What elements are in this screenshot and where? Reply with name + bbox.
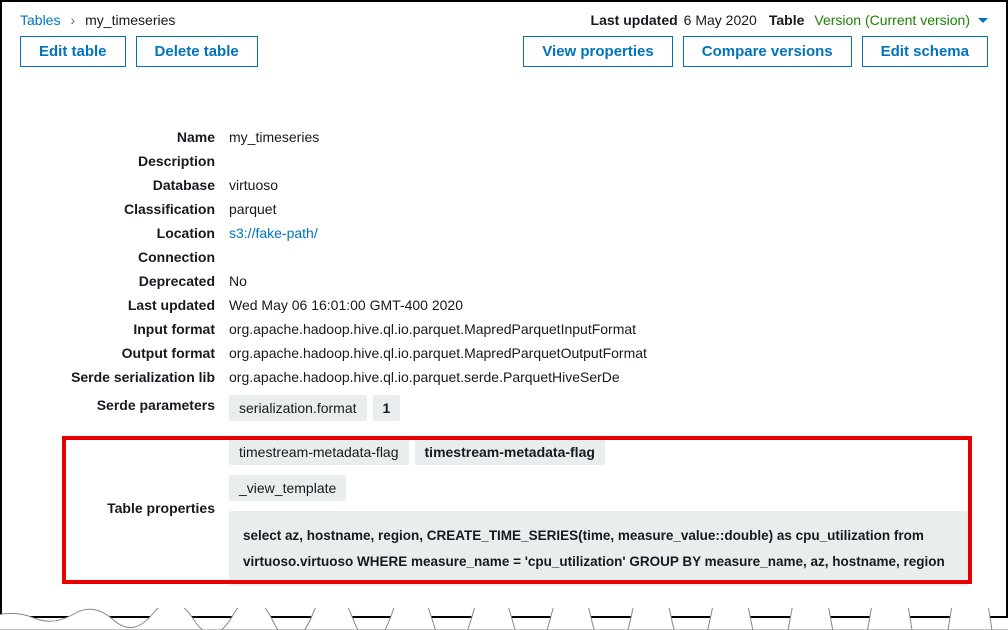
header-meta: Last updated 6 May 2020 Table Version (C… bbox=[591, 12, 988, 28]
table-props-container: timestream-metadata-flag timestream-meta… bbox=[229, 439, 968, 586]
serde-lib-label: Serde serialization lib bbox=[20, 367, 215, 385]
serde-param-chip-row: serialization.format 1 bbox=[229, 395, 968, 421]
table-label: Table bbox=[769, 12, 805, 28]
table-props-label: Table properties bbox=[20, 498, 215, 516]
classification-value: parquet bbox=[229, 199, 968, 217]
last-updated-label: Last updated bbox=[591, 12, 678, 28]
edit-schema-button[interactable]: Edit schema bbox=[862, 36, 988, 67]
view-template-key-row: _view_template bbox=[229, 475, 968, 501]
description-label: Description bbox=[20, 151, 215, 169]
table-props-value: timestream-metadata-flag timestream-meta… bbox=[229, 427, 968, 586]
deprecated-value: No bbox=[229, 271, 968, 289]
chevron-down-icon bbox=[978, 18, 988, 23]
action-row: Edit table Delete table View properties … bbox=[20, 36, 988, 67]
deprecated-label: Deprecated bbox=[20, 271, 215, 289]
version-dropdown[interactable]: Version (Current version) bbox=[814, 12, 988, 28]
edit-table-button[interactable]: Edit table bbox=[20, 36, 126, 67]
page-container: Tables › my_timeseries Last updated 6 Ma… bbox=[0, 0, 1008, 618]
left-actions: Edit table Delete table bbox=[20, 36, 258, 67]
serde-params-value: serialization.format 1 bbox=[229, 391, 968, 421]
right-actions: View properties Compare versions Edit sc… bbox=[523, 36, 988, 67]
output-format-value: org.apache.hadoop.hive.ql.io.parquet.Map… bbox=[229, 343, 968, 361]
name-label: Name bbox=[20, 127, 215, 145]
view-template-key: _view_template bbox=[229, 475, 346, 501]
top-row: Tables › my_timeseries Last updated 6 Ma… bbox=[20, 12, 988, 28]
view-properties-button[interactable]: View properties bbox=[523, 36, 672, 67]
flag-key: timestream-metadata-flag bbox=[229, 439, 409, 465]
delete-table-button[interactable]: Delete table bbox=[136, 36, 258, 67]
connection-label: Connection bbox=[20, 247, 215, 265]
view-template-sql: select az, hostname, region, CREATE_TIME… bbox=[229, 511, 968, 586]
breadcrumb-current: my_timeseries bbox=[85, 12, 175, 28]
input-format-label: Input format bbox=[20, 319, 215, 337]
serde-lib-value: org.apache.hadoop.hive.ql.io.parquet.ser… bbox=[229, 367, 968, 385]
last-updated-row-value: Wed May 06 16:01:00 GMT-400 2020 bbox=[229, 295, 968, 313]
breadcrumb: Tables › my_timeseries bbox=[20, 12, 175, 28]
database-label: Database bbox=[20, 175, 215, 193]
last-updated-value: 6 May 2020 bbox=[684, 12, 757, 28]
name-value: my_timeseries bbox=[229, 127, 968, 145]
breadcrumb-separator-icon: › bbox=[70, 12, 75, 28]
flag-row: timestream-metadata-flag timestream-meta… bbox=[229, 439, 968, 465]
database-value: virtuoso bbox=[229, 175, 968, 193]
compare-versions-button[interactable]: Compare versions bbox=[683, 36, 852, 67]
location-link[interactable]: s3://fake-path/ bbox=[229, 225, 318, 241]
description-value bbox=[229, 151, 968, 153]
location-value: s3://fake-path/ bbox=[229, 223, 968, 241]
breadcrumb-root[interactable]: Tables bbox=[20, 12, 60, 28]
input-format-value: org.apache.hadoop.hive.ql.io.parquet.Map… bbox=[229, 319, 968, 337]
torn-edge-decoration bbox=[0, 608, 1008, 630]
flag-value: timestream-metadata-flag bbox=[415, 439, 605, 465]
serde-param-key: serialization.format bbox=[229, 395, 367, 421]
version-label: Version (Current version) bbox=[814, 12, 970, 28]
connection-value bbox=[229, 247, 968, 249]
location-label: Location bbox=[20, 223, 215, 241]
serde-param-value: 1 bbox=[373, 395, 401, 421]
output-format-label: Output format bbox=[20, 343, 215, 361]
details-grid: Name my_timeseries Description Database … bbox=[20, 127, 988, 586]
serde-params-label: Serde parameters bbox=[20, 391, 215, 413]
classification-label: Classification bbox=[20, 199, 215, 217]
last-updated-row-label: Last updated bbox=[20, 295, 215, 313]
